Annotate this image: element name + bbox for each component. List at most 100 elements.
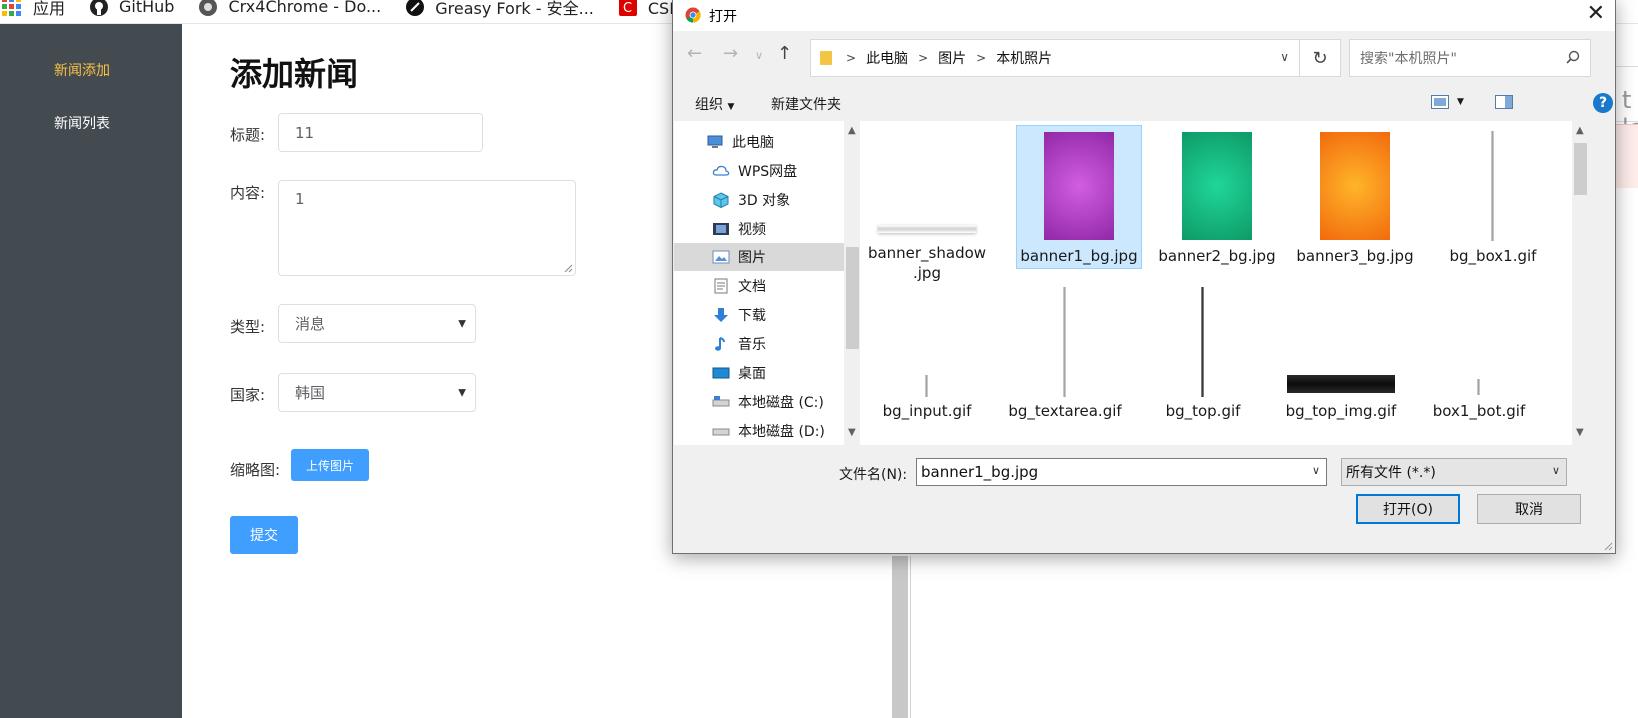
filetype-select[interactable]: 所有文件 (*.*) ∨ — [1341, 458, 1567, 486]
file-item[interactable]: bg_textarea.gif — [1002, 287, 1128, 427]
file-item[interactable]: bg_top_img.gif — [1278, 287, 1404, 427]
tree-item-pictures[interactable]: 图片 — [674, 243, 844, 271]
back-arrow-icon[interactable]: ← — [687, 43, 702, 64]
view-options-icon[interactable] — [1431, 95, 1449, 109]
type-label: 类型: — [230, 318, 266, 336]
scroll-down-icon[interactable]: ▼ — [848, 427, 856, 438]
scrollbar-thumb[interactable] — [1574, 143, 1587, 195]
file-thumbnail — [1287, 375, 1395, 393]
tree-item-drive-d[interactable]: 本地磁盘 (D:) — [674, 417, 844, 445]
file-item[interactable]: box1_bot.gif — [1416, 287, 1542, 427]
tree-item-desktop[interactable]: 桌面 — [674, 359, 844, 387]
tree-item-videos[interactable]: 视频 — [674, 215, 844, 243]
tree-item-label: 图片 — [738, 250, 766, 266]
navigation-pane: 此电脑 WPS网盘 3D 对象 视频 图片 文档 下载 音乐 桌面 本地磁盘 (… — [674, 121, 859, 445]
submit-button[interactable]: 提交 — [230, 516, 298, 554]
tree-item-this-pc[interactable]: 此电脑 — [674, 128, 844, 156]
file-item[interactable]: banner2_bg.jpg — [1154, 125, 1280, 269]
scrollbar-thumb[interactable] — [846, 247, 859, 349]
new-folder-button[interactable]: 新建文件夹 — [771, 94, 841, 114]
download-icon — [714, 308, 728, 322]
tree-item-label: 3D 对象 — [738, 193, 791, 209]
chevron-down-icon[interactable]: ∨ — [1280, 50, 1289, 64]
help-icon[interactable]: ? — [1593, 93, 1613, 113]
tree-item-drive-c[interactable]: 本地磁盘 (C:) — [674, 388, 844, 416]
bookmark-greasyfork[interactable]: Greasy Fork - 安全... — [405, 0, 594, 19]
upload-image-button[interactable]: 上传图片 — [291, 449, 369, 481]
recent-locations-chevron-icon[interactable]: ∨ — [755, 49, 763, 62]
breadcrumb-pictures[interactable]: 图片 — [938, 48, 966, 68]
content-textarea[interactable]: 1 — [278, 180, 576, 276]
tree-item-label: 视频 — [738, 222, 766, 238]
organize-label: 组织 — [695, 97, 723, 113]
document-icon — [714, 278, 728, 294]
filename-value: banner1_bg.jpg — [921, 463, 1039, 481]
file-item[interactable]: bg_box1.gif — [1430, 125, 1556, 269]
caret-down-icon: ▼ — [458, 318, 466, 329]
tree-item-music[interactable]: 音乐 — [674, 330, 844, 358]
tree-item-3d-objects[interactable]: 3D 对象 — [674, 186, 844, 214]
address-bar[interactable]: > 此电脑 > 图片 > 本机照片 ∨ — [810, 39, 1300, 77]
pictures-icon — [712, 250, 730, 264]
file-item-selected[interactable]: banner1_bg.jpg — [1016, 125, 1142, 269]
file-thumbnail — [925, 375, 928, 397]
bookmark-github[interactable]: GitHub — [89, 0, 174, 17]
sidebar: 新闻添加 新闻列表 — [0, 24, 182, 718]
tree-item-wps-drive[interactable]: WPS网盘 — [674, 157, 844, 185]
tree-item-label: 文档 — [738, 279, 766, 295]
command-bar: 组织 ▼ 新建文件夹 ▼ ? — [673, 85, 1615, 121]
scroll-up-icon[interactable]: ▲ — [1576, 125, 1584, 136]
filename-input[interactable]: banner1_bg.jpg ∨ — [916, 458, 1327, 486]
desktop-icon — [712, 367, 730, 379]
resize-grip-icon[interactable] — [1603, 541, 1613, 551]
file-thumbnail — [1044, 132, 1114, 240]
bookmark-crx4chrome[interactable]: Crx4Chrome - Do... — [198, 0, 381, 17]
file-name-line2: .jpg — [913, 264, 941, 282]
sidebar-item-add-news[interactable]: 新闻添加 — [54, 60, 110, 80]
sidebar-item-news-list[interactable]: 新闻列表 — [54, 113, 110, 133]
scroll-up-icon[interactable]: ▲ — [848, 125, 856, 136]
title-input[interactable]: 11 — [278, 113, 483, 152]
caret-down-icon: ▼ — [727, 102, 735, 112]
cube-3d-icon — [713, 192, 729, 208]
view-dropdown-icon[interactable]: ▼ — [1457, 97, 1464, 107]
tree-item-documents[interactable]: 文档 — [674, 272, 844, 300]
navigation-scrollbar[interactable]: ▲ ▼ — [844, 121, 859, 445]
bookmark-apps[interactable]: 应用 — [2, 0, 65, 19]
resize-grip-icon[interactable] — [563, 263, 573, 273]
filetype-value: 所有文件 (*.*) — [1346, 465, 1436, 481]
refresh-button[interactable]: ↻ — [1299, 39, 1341, 77]
cancel-button[interactable]: 取消 — [1477, 494, 1581, 524]
file-open-dialog: 打开 ✕ ← → ∨ ↑ > 此电脑 > 图片 > 本机照片 ∨ ↻ 搜索"本机… — [672, 0, 1616, 554]
crx4chrome-icon — [199, 0, 218, 16]
tree-item-label: 本地磁盘 (C:) — [738, 395, 824, 411]
open-button[interactable]: 打开(O) — [1356, 494, 1460, 524]
breadcrumb-local-photos[interactable]: 本机照片 — [996, 48, 1052, 68]
up-arrow-icon[interactable]: ↑ — [777, 43, 792, 64]
forward-arrow-icon[interactable]: → — [723, 43, 738, 64]
file-name: banner1_bg.jpg — [1020, 247, 1138, 265]
github-icon — [90, 0, 109, 16]
chevron-down-icon[interactable]: ∨ — [1312, 464, 1320, 477]
country-select[interactable]: 韩国 ▼ — [278, 373, 476, 412]
file-name: banner2_bg.jpg — [1158, 247, 1276, 265]
search-input[interactable]: 搜索"本机照片" — [1349, 39, 1591, 77]
organize-button[interactable]: 组织 ▼ — [695, 94, 734, 114]
breadcrumb-this-pc[interactable]: 此电脑 — [866, 48, 908, 68]
tree-item-downloads[interactable]: 下载 — [674, 301, 844, 329]
tree-item-label: 音乐 — [738, 337, 766, 353]
close-icon[interactable]: ✕ — [1587, 3, 1605, 25]
breadcrumb-separator-icon: > — [846, 51, 857, 65]
file-item[interactable]: bg_input.gif — [864, 287, 990, 427]
dialog-title: 打开 — [709, 9, 737, 25]
type-select[interactable]: 消息 ▼ — [278, 304, 476, 343]
file-item[interactable]: banner3_bg.jpg — [1292, 125, 1418, 269]
file-item[interactable]: bg_top.gif — [1140, 287, 1266, 427]
file-item[interactable]: banner_shadow .jpg — [864, 125, 990, 282]
tree-item-label: 本地磁盘 (D:) — [738, 424, 825, 440]
preview-pane-icon[interactable] — [1495, 95, 1513, 109]
file-list-scrollbar[interactable]: ▲ ▼ — [1572, 121, 1589, 445]
page-title: 添加新闻 — [230, 55, 359, 93]
scroll-down-icon[interactable]: ▼ — [1576, 427, 1584, 438]
refresh-icon: ↻ — [1312, 47, 1328, 69]
